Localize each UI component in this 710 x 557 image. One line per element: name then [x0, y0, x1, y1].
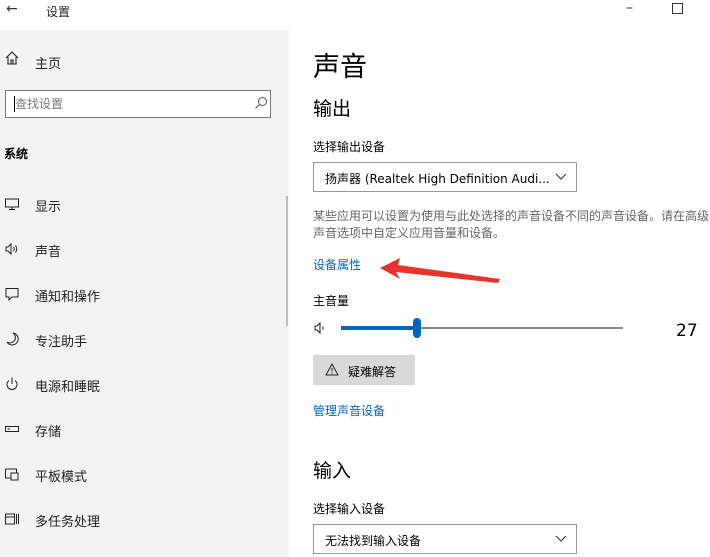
storage-icon [5, 426, 19, 432]
search-input[interactable] [6, 91, 255, 117]
window-title: 设置 [46, 5, 71, 19]
sidebar: 主页 系统 显示 声音 通知和操作 [0, 30, 289, 557]
sidebar-item-focus-assist[interactable]: 专注助手 [0, 317, 289, 361]
chevron-down-icon [555, 173, 567, 180]
input-device-value: 无法找到输入设备 [325, 534, 422, 548]
master-volume-label: 主音量 [313, 294, 350, 308]
sidebar-item-label: 声音 [35, 245, 62, 260]
troubleshoot-label: 疑难解答 [348, 365, 397, 379]
input-device-dropdown[interactable]: 无法找到输入设备 [313, 524, 577, 554]
page-title: 声音 [313, 52, 367, 83]
moon-icon [6, 332, 19, 346]
chevron-down-icon [555, 535, 567, 542]
multitask-icon [5, 513, 19, 525]
output-device-dropdown[interactable]: 扬声器 (Realtek High Definition Audi... [313, 162, 577, 192]
section-heading-input: 输入 [313, 460, 352, 482]
notification-icon [5, 288, 19, 302]
output-device-value: 扬声器 (Realtek High Definition Audi... [325, 172, 550, 186]
sidebar-item-sound[interactable]: 声音 [0, 227, 289, 271]
sidebar-item-display[interactable]: 显示 [0, 182, 289, 226]
tablet-icon [5, 468, 19, 481]
sidebar-item-tablet-mode[interactable]: 平板模式 [0, 452, 289, 496]
search-box[interactable] [5, 90, 271, 118]
speaker-icon [5, 242, 18, 256]
sidebar-item-multitasking[interactable]: 多任务处理 [0, 497, 289, 541]
sidebar-item-storage[interactable]: 存储 [0, 407, 289, 451]
power-icon [6, 377, 18, 390]
volume-value: 27 [676, 321, 698, 341]
sidebar-item-label: 平板模式 [35, 470, 88, 485]
annotation-arrow-icon [380, 258, 500, 283]
sidebar-item-home[interactable]: 主页 [0, 40, 289, 82]
monitor-icon [5, 198, 19, 210]
sidebar-item-label: 电源和睡眠 [35, 380, 101, 395]
slider-thumb[interactable] [413, 318, 421, 338]
sidebar-item-label: 通知和操作 [35, 290, 101, 305]
section-heading-output: 输出 [313, 98, 352, 120]
input-device-label: 选择输入设备 [313, 502, 386, 516]
manage-sound-devices-link[interactable]: 管理声音设备 [313, 402, 385, 419]
sidebar-item-notifications[interactable]: 通知和操作 [0, 272, 289, 316]
scrollbar-thumb[interactable] [286, 196, 288, 326]
section-label-system: 系统 [4, 147, 29, 161]
sidebar-item-power[interactable]: 电源和睡眠 [0, 362, 289, 406]
sidebar-item-label: 显示 [35, 200, 62, 215]
sidebar-item-label: 专注助手 [35, 335, 88, 350]
slider-fill [341, 326, 417, 330]
output-description: 某些应用可以设置为使用与此处选择的声音设备不同的声音设备。请在高级声音选项中自定… [313, 209, 710, 240]
home-label: 主页 [35, 57, 62, 72]
device-properties-link[interactable]: 设备属性 [313, 256, 361, 273]
output-device-label: 选择输出设备 [313, 140, 386, 154]
master-volume-slider[interactable] [341, 318, 623, 338]
back-arrow-icon[interactable]: ← [6, 1, 18, 17]
title-bar: ← 设置 – [0, 0, 710, 30]
volume-icon[interactable] [313, 320, 331, 336]
home-icon [5, 51, 19, 65]
sidebar-item-label: 存储 [35, 425, 62, 440]
main-content: 声音 输出 选择输出设备 扬声器 (Realtek High Definitio… [286, 30, 710, 557]
sidebar-item-label: 多任务处理 [35, 515, 101, 530]
maximize-button[interactable] [672, 3, 683, 14]
search-icon[interactable] [254, 96, 268, 110]
minimize-button[interactable]: – [626, 0, 633, 16]
troubleshoot-button[interactable]: 疑难解答 [313, 355, 415, 385]
warning-icon [325, 363, 339, 376]
